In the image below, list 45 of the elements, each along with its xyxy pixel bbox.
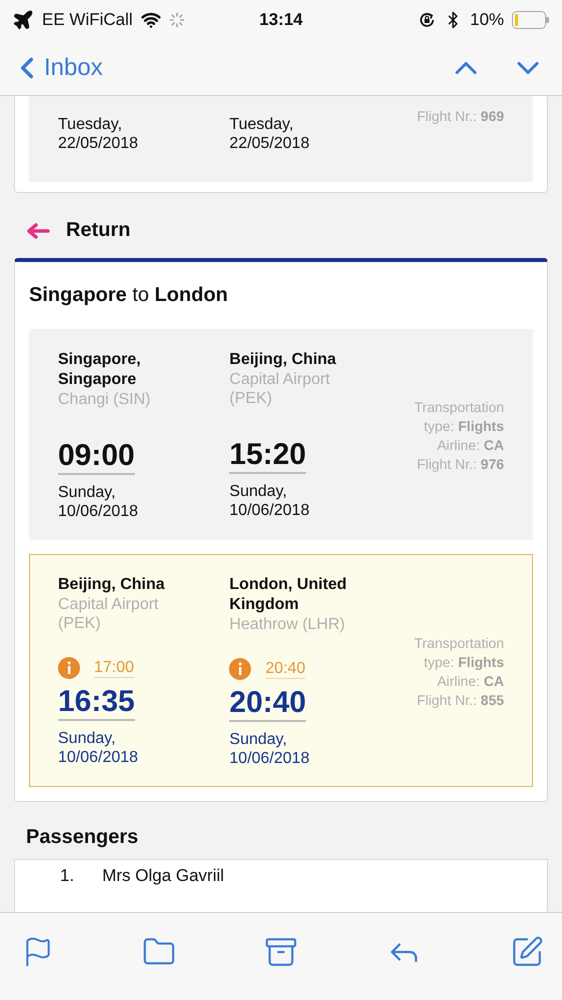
carrier-name: EE WiFiCall [42, 10, 133, 30]
airplane-icon [12, 9, 34, 31]
time: 09:00 [58, 439, 135, 475]
wifi-icon [140, 10, 161, 30]
city-name: London, United Kingdom [229, 575, 348, 615]
date: Sunday, 10/06/2018 [229, 730, 310, 768]
date: Tuesday, 22/05/2018 [229, 115, 310, 153]
section-heading: Return [66, 219, 130, 242]
flight-detail: Flight Nr.: 969 [416, 107, 504, 126]
date: Sunday, 10/06/2018 [58, 483, 140, 521]
info-icon [229, 658, 252, 680]
flight-detail: Flight Nr.: 976 [416, 454, 504, 474]
info-icon [58, 657, 80, 679]
date: Sunday, 10/06/2018 [229, 482, 310, 520]
time: 15:20 [229, 438, 306, 474]
left-arrow-icon [26, 222, 50, 238]
flight-detail: Airline: CA [437, 436, 504, 454]
city-name: Singapore, Singapore [58, 350, 142, 390]
city-name: Beijing, China [229, 350, 338, 370]
airport-name: Capital Airport (PEK) [58, 595, 160, 633]
rotation-lock-icon [418, 11, 436, 29]
original-time: 17:00 [94, 658, 134, 678]
airport-name: Heathrow (LHR) [229, 615, 346, 634]
route-title: Singapore to London [29, 283, 229, 308]
city-name: Beijing, China [58, 575, 166, 595]
flight-detail: Transportation type: Flights [413, 634, 504, 672]
flight-detail: Transportation type: Flights [413, 398, 504, 436]
original-time: 20:40 [265, 660, 306, 678]
flight-detail: Airline: CA [437, 672, 504, 690]
airport-name: Changi (SIN) [58, 390, 152, 409]
date: Sunday, 10/06/2018 [58, 729, 140, 767]
passenger-name: Mrs Olga Gavriil [102, 866, 224, 886]
flight-detail: Flight Nr.: 855 [416, 690, 504, 710]
section-heading: Passengers [26, 826, 138, 849]
compose-button[interactable] [510, 934, 544, 968]
battery-percentage: 10% [470, 10, 504, 30]
list-number: 1. [60, 866, 74, 886]
clock: 13:14 [259, 10, 303, 30]
time: 16:35 [58, 685, 135, 721]
airport-name: Capital Airport (PEK) [229, 370, 331, 408]
date: Tuesday, 22/05/2018 [58, 115, 140, 153]
battery-icon [512, 11, 550, 29]
time: 20:40 [229, 686, 306, 722]
back-button[interactable]: Inbox [10, 50, 103, 84]
spinner-icon [168, 12, 185, 28]
